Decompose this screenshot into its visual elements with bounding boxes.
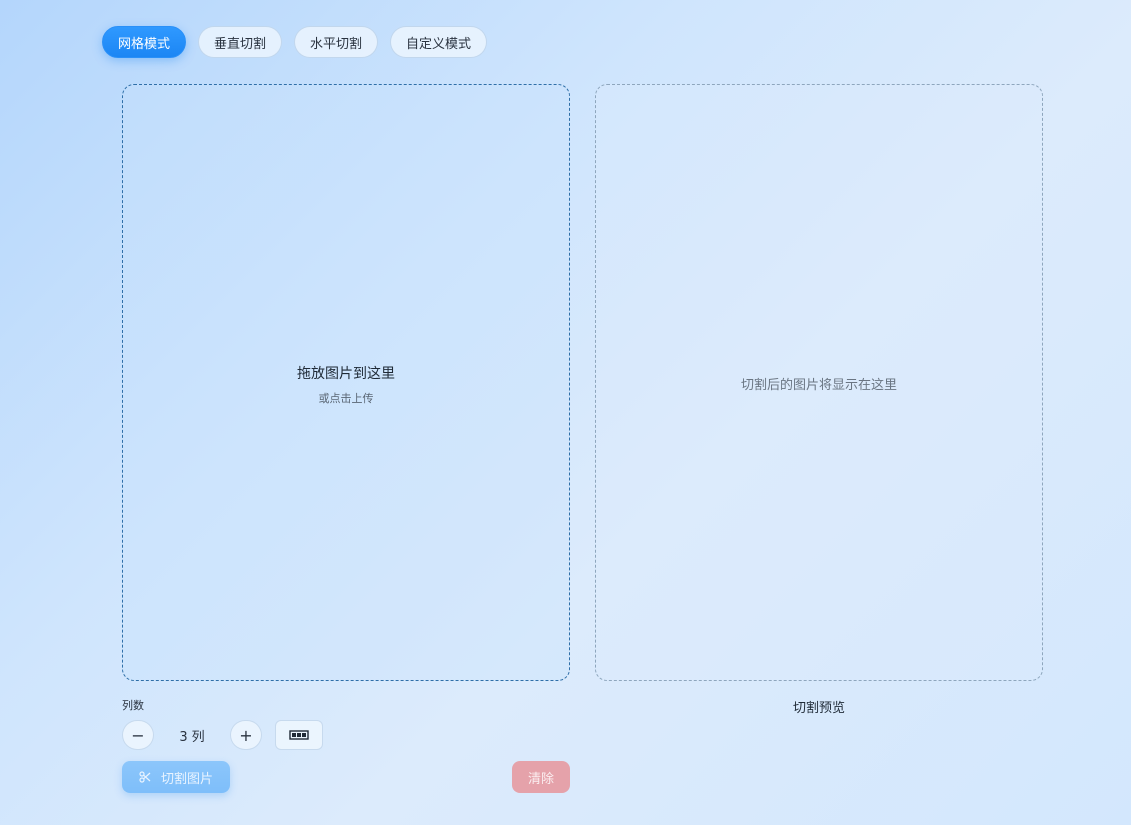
columns-unit: 列 <box>191 730 205 745</box>
decrease-columns-button[interactable]: − <box>122 720 154 750</box>
tab-custom-mode[interactable]: 自定义模式 <box>390 26 488 58</box>
cut-image-button[interactable]: 切割图片 <box>122 761 230 793</box>
tab-grid-mode[interactable]: 网格模式 <box>102 26 187 58</box>
cut-preview-area: 切割后的图片将显示在这里 <box>595 84 1043 681</box>
columns-value-display: 3列 <box>168 726 216 745</box>
drop-zone-subtitle: 或点击上传 <box>318 392 374 405</box>
image-drop-zone[interactable]: 拖放图片到这里 或点击上传 <box>122 84 570 681</box>
layout-tool-button[interactable] <box>275 720 323 750</box>
top-edge-fragment: ㅤ <box>572 0 581 7</box>
increase-columns-button[interactable]: + <box>230 720 262 750</box>
clear-button[interactable]: 清除 <box>512 761 570 793</box>
plus-icon: + <box>239 725 253 745</box>
preview-placeholder-text: 切割后的图片将显示在这里 <box>740 378 897 393</box>
preview-label: 切割预览 <box>792 701 845 716</box>
tab-horizontal-cut[interactable]: 水平切割 <box>294 26 379 58</box>
tab-vertical-cut[interactable]: 垂直切割 <box>198 26 283 58</box>
columns-count: 3 <box>179 730 188 745</box>
columns-layout-icon <box>289 730 309 740</box>
scissors-icon <box>139 771 151 783</box>
columns-label: 列数 <box>122 699 144 712</box>
mode-tabs: 网格模式 垂直切割 水平切割 自定义模式 <box>102 26 488 58</box>
minus-icon: − <box>131 725 145 745</box>
cut-image-label: 切割图片 <box>160 771 213 787</box>
drop-zone-title: 拖放图片到这里 <box>297 366 395 382</box>
